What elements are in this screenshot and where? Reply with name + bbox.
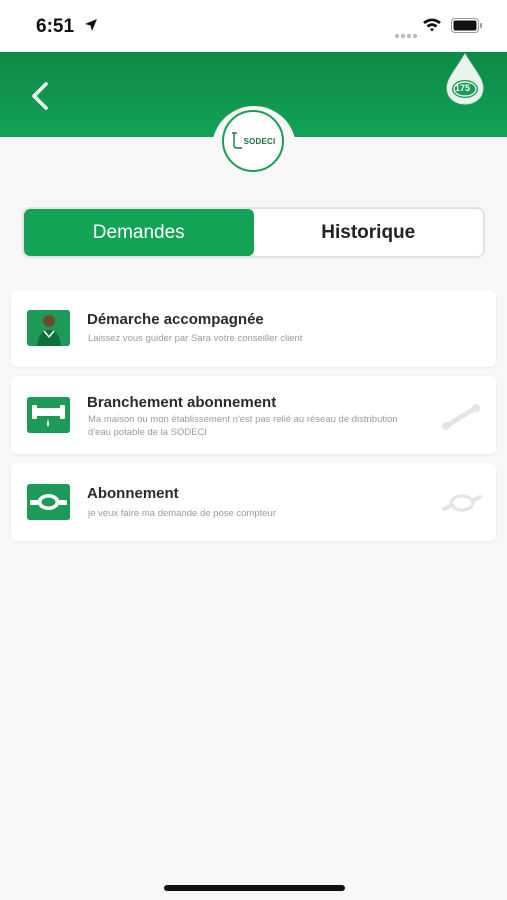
- tab-demandes-label: Demandes: [92, 221, 185, 243]
- tab-historique[interactable]: Historique: [254, 209, 484, 256]
- home-indicator[interactable]: [164, 885, 345, 891]
- battery-icon: [451, 18, 483, 38]
- card-subtitle: Ma maison ou mon établissement n'est pas…: [88, 414, 398, 438]
- advisor-avatar-icon: [27, 310, 70, 346]
- water-drop-badge[interactable]: 175: [443, 52, 487, 111]
- pipe-connection-icon: [27, 397, 70, 433]
- status-time: 6:51: [36, 16, 75, 37]
- card-branchement-abonnement[interactable]: Branchement abonnement Ma maison ou mon …: [11, 376, 496, 454]
- water-meter-icon: [27, 484, 70, 520]
- tab-bar: Demandes Historique: [22, 207, 485, 258]
- water-drop-icon: [446, 52, 484, 105]
- card-title: Démarche accompagnée: [87, 311, 264, 328]
- badge-number: 175: [455, 83, 471, 93]
- card-subtitle: je veux faire ma demande de pose compteu…: [88, 508, 276, 519]
- card-demarche-accompagnee[interactable]: Démarche accompagnée Laissez vous guider…: [11, 290, 496, 367]
- card-title: Branchement abonnement: [87, 394, 277, 411]
- location-arrow-icon: [84, 18, 98, 37]
- wifi-icon: [422, 17, 442, 38]
- status-bar: 6:51: [0, 0, 507, 52]
- signal-icon: [394, 26, 418, 44]
- card-title: Abonnement: [87, 485, 179, 502]
- pipe-decoration-icon: [442, 402, 482, 435]
- tab-historique-label: Historique: [321, 221, 416, 243]
- card-subtitle: Laissez vous guider par Sara votre conse…: [88, 333, 303, 344]
- meter-decoration-icon: [442, 489, 482, 522]
- chevron-left-icon: [32, 82, 48, 110]
- card-abonnement[interactable]: Abonnement je veux faire ma demande de p…: [11, 463, 496, 541]
- logo-text: SODECI: [243, 136, 276, 146]
- tab-demandes[interactable]: Demandes: [24, 209, 254, 256]
- back-button[interactable]: [22, 78, 58, 114]
- tap-icon: [231, 132, 242, 149]
- sodeci-logo: SODECI: [222, 110, 284, 172]
